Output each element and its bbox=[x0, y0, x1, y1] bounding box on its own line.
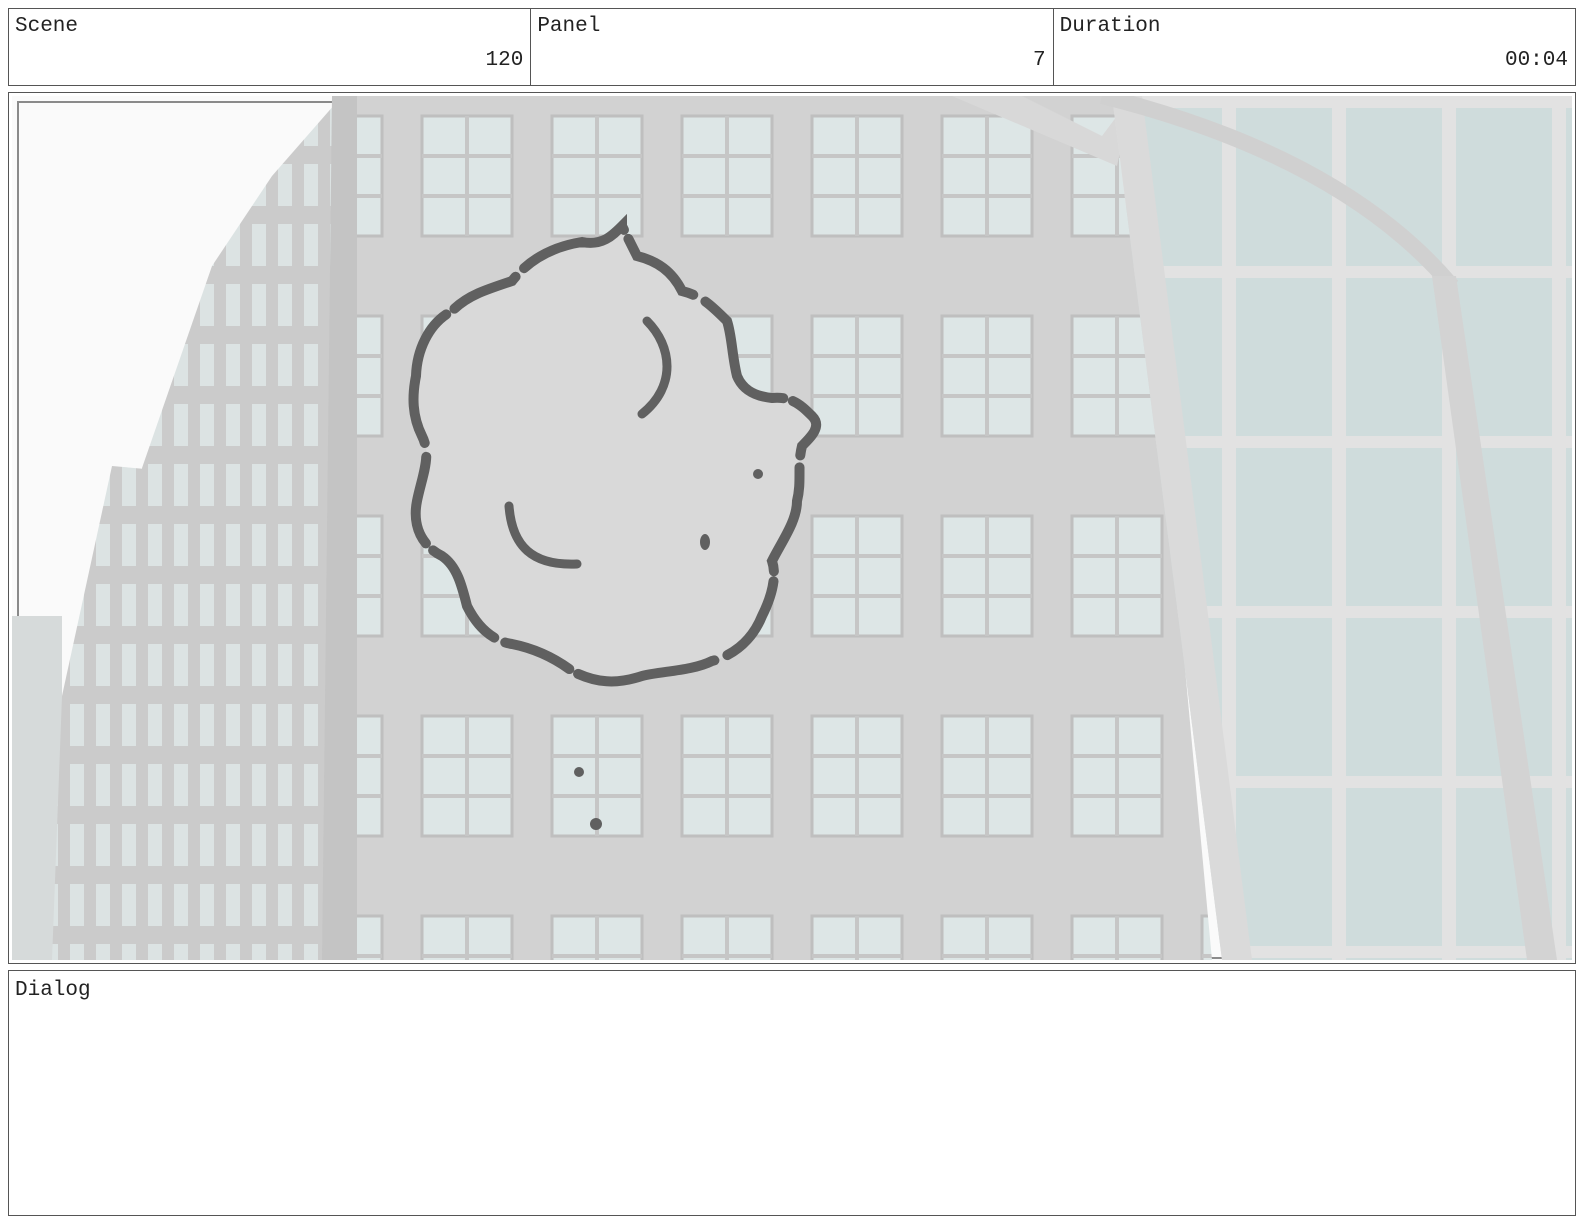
scene-field[interactable]: Scene 120 bbox=[9, 9, 532, 85]
panel-number[interactable]: 7 bbox=[1033, 49, 1046, 72]
dialog-box[interactable]: Dialog bbox=[8, 970, 1576, 1216]
scene-number[interactable]: 120 bbox=[486, 49, 524, 72]
panel-field[interactable]: Panel 7 bbox=[531, 9, 1054, 85]
debris-dot bbox=[753, 469, 763, 479]
debris-dot bbox=[574, 767, 584, 777]
panel-label: Panel bbox=[537, 15, 601, 38]
duration-field[interactable]: Duration 00:04 bbox=[1054, 9, 1575, 85]
panel-artwork bbox=[12, 96, 1572, 960]
duration-label: Duration bbox=[1059, 15, 1161, 38]
panel-header: Scene 120 Panel 7 Duration 00:04 bbox=[8, 8, 1576, 86]
dialog-label: Dialog bbox=[15, 979, 91, 1002]
storyboard-frame[interactable] bbox=[8, 92, 1576, 964]
debris-dot bbox=[700, 534, 710, 550]
debris-dot bbox=[590, 818, 602, 830]
scene-label: Scene bbox=[15, 15, 79, 38]
duration-value[interactable]: 00:04 bbox=[1505, 49, 1568, 72]
